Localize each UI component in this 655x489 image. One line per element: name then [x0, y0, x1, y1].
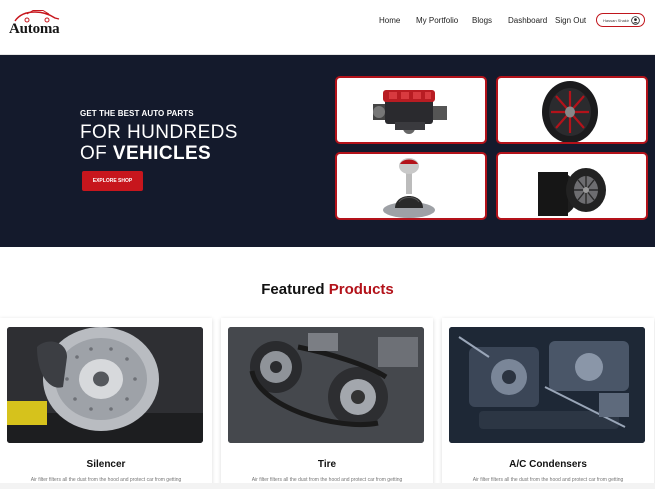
featured-title: Featured Products: [0, 281, 655, 298]
nav-item-my-portfolio[interactable]: My Portfolio: [416, 16, 458, 25]
product-card-ac-condensers[interactable]: A/C Condensers Air filter filters all th…: [442, 318, 654, 489]
hero-banner: GET THE BEST AUTO PARTS FOR HUNDREDS OF …: [0, 55, 655, 247]
hero-heading-line1: FOR HUNDREDS: [80, 122, 238, 143]
engine-belt-image: [228, 327, 424, 443]
page-bottom-edge: [0, 483, 655, 489]
nav-item-blogs[interactable]: Blogs: [472, 16, 492, 25]
part-card-gear-shifter[interactable]: [335, 152, 487, 220]
product-name: Tire: [317, 459, 337, 470]
featured-title-accent: Products: [328, 281, 394, 298]
top-navbar: Automa Home My Portfolio Blogs Dashboard…: [0, 0, 655, 55]
user-circle-icon: [631, 16, 640, 25]
hero-heading-line2: OF VEHICLES: [80, 143, 211, 165]
brand-name: Automa: [9, 21, 60, 37]
product-card-tire[interactable]: Tire Air filter filters all the dust fro…: [221, 318, 433, 489]
tires-image: [538, 168, 606, 216]
hero-heading-strong: VEHICLES: [112, 143, 212, 164]
brand-logo[interactable]: Automa: [9, 9, 65, 37]
product-card-silencer[interactable]: Silencer Air filter filters all the dust…: [0, 318, 212, 489]
part-card-wheel[interactable]: [496, 76, 648, 144]
wheel-rim-image: [542, 81, 598, 142]
profile-button[interactable]: Hassan Shakir: [596, 13, 645, 27]
brake-disc-image: [7, 327, 203, 443]
nav-item-dashboard[interactable]: Dashboard: [508, 16, 547, 25]
product-name: A/C Condensers: [509, 459, 587, 470]
profile-name: Hassan Shakir: [603, 17, 630, 23]
hero-kicker: GET THE BEST AUTO PARTS: [80, 109, 194, 118]
featured-title-plain: Featured: [261, 281, 329, 298]
gear-shifter-image: [383, 158, 435, 218]
engine-bay-image: [449, 327, 645, 443]
nav-item-sign-out[interactable]: Sign Out: [555, 16, 586, 25]
engine-image: [373, 90, 447, 134]
part-card-tires[interactable]: [496, 152, 648, 220]
hero-heading-prefix: OF: [80, 143, 113, 164]
part-card-engine[interactable]: [335, 76, 487, 144]
product-name: Silencer: [86, 459, 126, 470]
nav-item-home[interactable]: Home: [379, 16, 400, 25]
explore-shop-button[interactable]: EXPLORE SHOP: [82, 171, 143, 191]
